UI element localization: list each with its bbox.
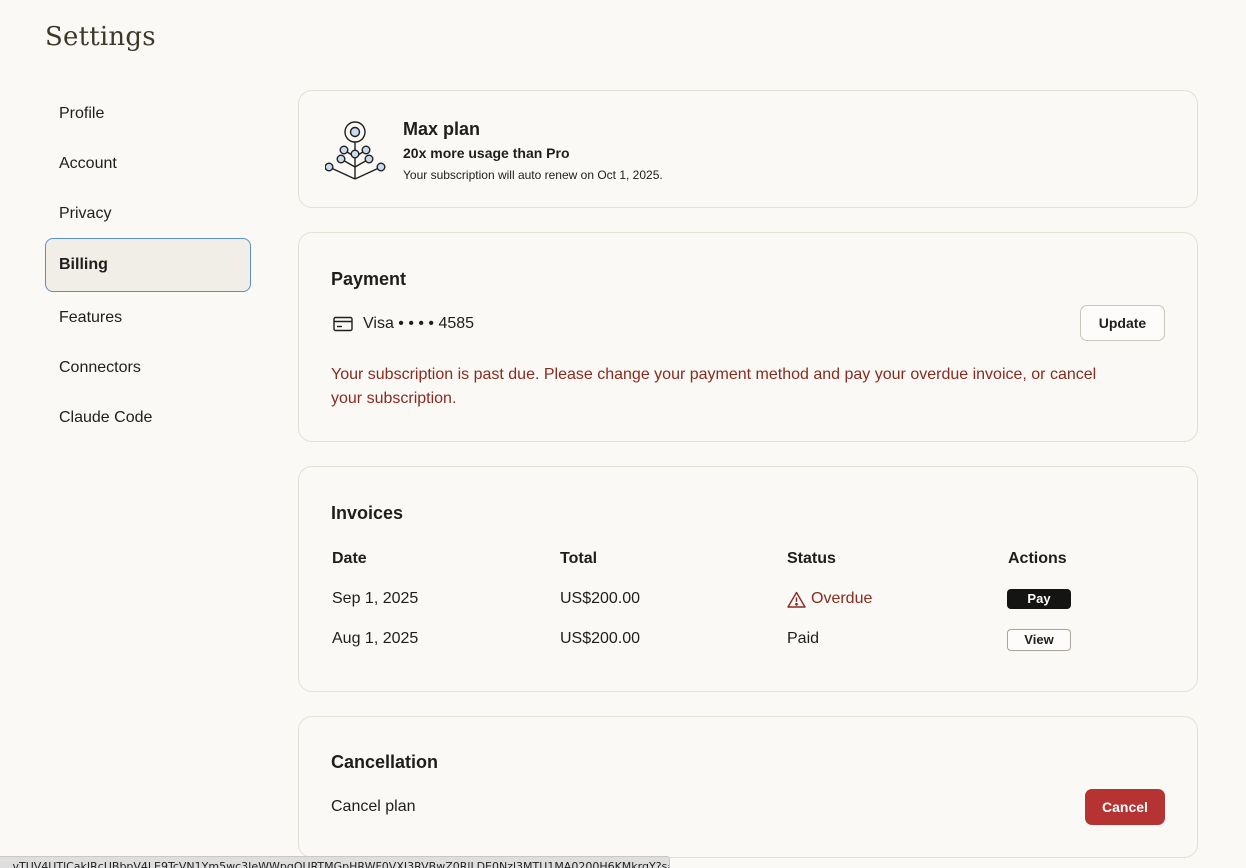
invoices-card: Invoices Date Total Status Actions Sep 1… (298, 466, 1198, 692)
link-preview-status-bar: ...vTUV4UTlCakIRcUBbpV4LE9TcVN1Ym5wc3JeW… (0, 856, 670, 868)
sidebar-item-account[interactable]: Account (45, 138, 251, 188)
cancel-plan-button[interactable]: Cancel (1085, 789, 1165, 825)
invoice-total: US$200.00 (560, 590, 641, 607)
invoice-date: Aug 1, 2025 (332, 630, 419, 647)
sidebar-item-features[interactable]: Features (45, 292, 251, 342)
pay-invoice-button[interactable]: Pay (1007, 589, 1071, 609)
column-header-status: Status (787, 550, 836, 567)
payment-card: Payment Visa • • • • 4585 Update Your su… (298, 232, 1198, 442)
column-header-date: Date (332, 550, 367, 567)
sidebar-item-claude-code[interactable]: Claude Code (45, 392, 251, 442)
invoices-heading: Invoices (331, 503, 404, 523)
payment-method: Visa • • • • 4585 (333, 315, 474, 333)
invoices-table-header: Date Total Status Actions (332, 550, 1172, 572)
view-invoice-button[interactable]: View (1007, 629, 1071, 651)
credit-card-icon (333, 316, 353, 332)
sidebar-item-connectors[interactable]: Connectors (45, 342, 251, 392)
sidebar-item-privacy[interactable]: Privacy (45, 188, 251, 238)
plan-name: Max plan (403, 119, 481, 139)
settings-page: Settings Profile Account Privacy Billing… (0, 0, 1246, 868)
table-row: Sep 1, 2025 US$200.00 Overdue Pay (332, 589, 1172, 612)
column-header-total: Total (560, 550, 598, 567)
page-title: Settings (45, 22, 156, 52)
past-due-warning: Your subscription is past due. Please ch… (331, 366, 1097, 407)
invoice-total: US$200.00 (560, 630, 641, 647)
sidebar-item-billing[interactable]: Billing (45, 238, 251, 292)
invoice-status-label: Paid (787, 630, 820, 647)
plant-branch-icon (325, 121, 386, 180)
column-header-actions: Actions (1008, 550, 1067, 567)
settings-sidebar: Profile Account Privacy Billing Features… (45, 88, 251, 442)
invoice-date: Sep 1, 2025 (332, 590, 419, 607)
cancellation-card: Cancellation Cancel plan Cancel (298, 716, 1198, 858)
payment-card-label: Visa • • • • 4585 (363, 315, 475, 332)
sidebar-item-profile[interactable]: Profile (45, 88, 251, 138)
invoice-status-label: Overdue (811, 590, 873, 607)
plan-tagline: 20x more usage than Pro (403, 145, 570, 161)
warning-triangle-icon (787, 591, 806, 608)
update-payment-button[interactable]: Update (1080, 305, 1165, 341)
invoice-status-overdue: Overdue (787, 590, 872, 608)
cancel-plan-label: Cancel plan (331, 798, 416, 815)
payment-heading: Payment (331, 269, 407, 289)
cancellation-heading: Cancellation (331, 752, 439, 772)
table-row: Aug 1, 2025 US$200.00 Paid View (332, 629, 1172, 652)
plan-renewal-text: Your subscription will auto renew on Oct… (403, 168, 663, 182)
plan-card: Max plan 20x more usage than Pro Your su… (298, 90, 1198, 208)
